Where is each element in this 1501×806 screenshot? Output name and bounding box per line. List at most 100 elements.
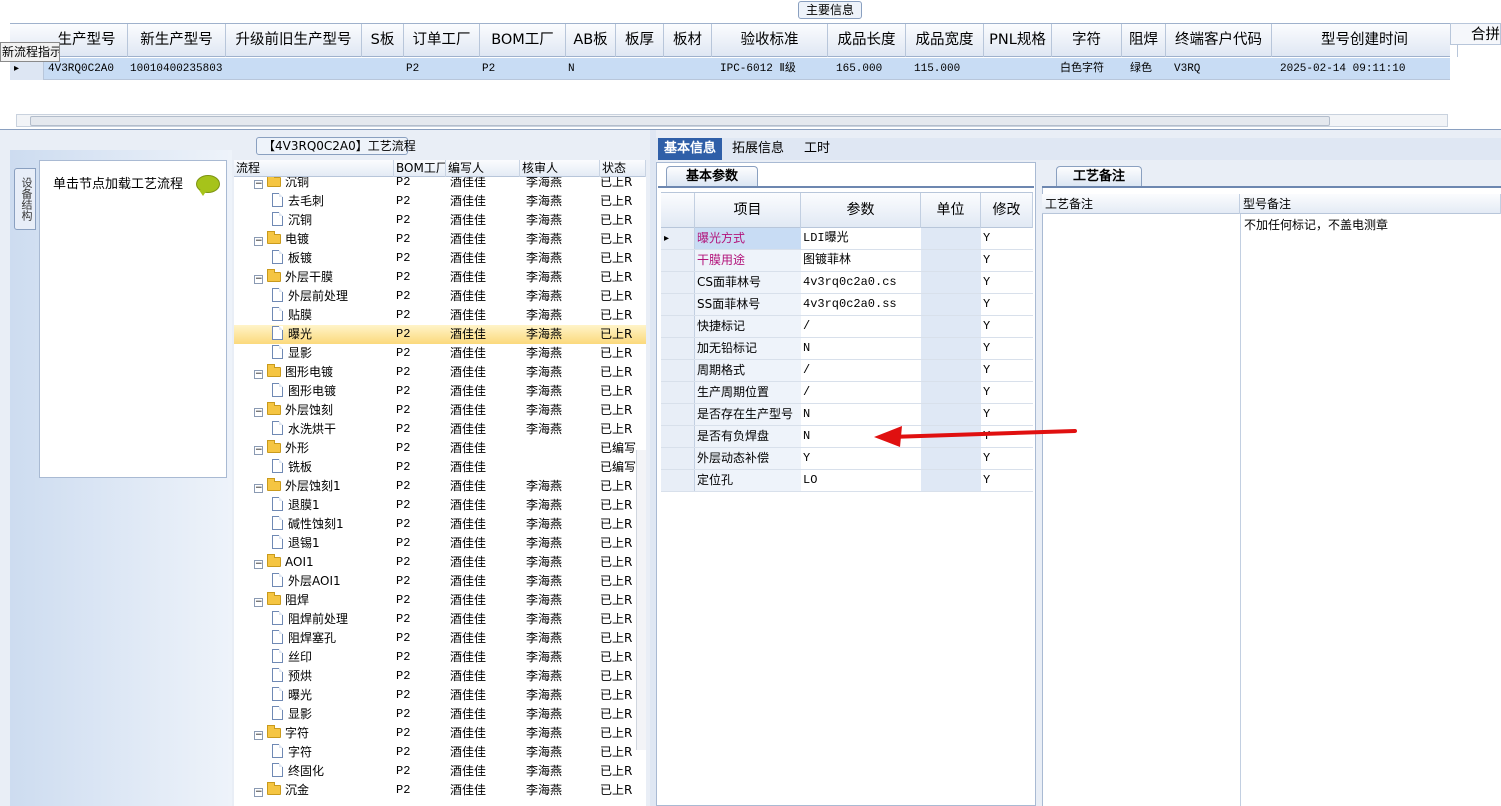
grid-cell[interactable] bbox=[618, 58, 662, 80]
column-header[interactable]: 板厚 bbox=[616, 24, 664, 57]
collapse-icon[interactable]: − bbox=[254, 484, 263, 493]
params-row[interactable]: 加无铅标记 N Y bbox=[661, 338, 1033, 360]
tree-node-label[interactable]: − 外层干膜 bbox=[254, 268, 394, 287]
grid-cell[interactable]: 10010400235803 bbox=[130, 58, 224, 80]
tree-node[interactable]: 图形电镀 P2 酒佳佳 李海燕 已上R bbox=[234, 382, 646, 401]
tree-vertical-scrollbar[interactable] bbox=[636, 450, 646, 750]
horizontal-scroll-thumb[interactable] bbox=[30, 116, 1330, 126]
tree-node-label[interactable]: − 图形电镀 bbox=[254, 363, 394, 382]
column-header[interactable]: 字符 bbox=[1052, 24, 1122, 57]
row-selector[interactable] bbox=[661, 250, 695, 271]
param-edit-flag[interactable]: Y bbox=[982, 360, 1032, 381]
tree-node[interactable]: 退膜1 P2 酒佳佳 李海燕 已上R bbox=[234, 496, 646, 515]
grid-cell[interactable]: 165.000 bbox=[836, 58, 910, 80]
grid-cell[interactable]: 白色字符 bbox=[1060, 58, 1126, 80]
tree-node[interactable]: − 沉金 P2 酒佳佳 李海燕 已上R bbox=[234, 781, 646, 800]
row-selector[interactable] bbox=[661, 294, 695, 315]
grid-cell[interactable]: 绿色 bbox=[1130, 58, 1170, 80]
model-remark-text[interactable]: 不加任何标记，不盖电测章 bbox=[1244, 216, 1388, 233]
params-row[interactable]: 定位孔 LO Y bbox=[661, 470, 1033, 492]
tree-node-label[interactable]: 图形电镀 bbox=[272, 382, 394, 401]
param-value[interactable]: / bbox=[802, 382, 920, 403]
tree-node[interactable]: 贴膜 P2 酒佳佳 李海燕 已上R bbox=[234, 306, 646, 325]
tree-node[interactable]: 阻焊塞孔 P2 酒佳佳 李海燕 已上R bbox=[234, 629, 646, 648]
param-unit[interactable] bbox=[921, 448, 981, 469]
param-value[interactable]: LDI曝光 bbox=[802, 228, 920, 249]
collapse-icon[interactable]: − bbox=[254, 408, 263, 417]
tree-node[interactable]: 去毛刺 P2 酒佳佳 李海燕 已上R bbox=[234, 192, 646, 211]
param-unit[interactable] bbox=[921, 228, 981, 249]
param-unit[interactable] bbox=[921, 360, 981, 381]
param-value[interactable]: / bbox=[802, 316, 920, 337]
column-header[interactable]: PNL规格 bbox=[984, 24, 1052, 57]
tree-node[interactable]: − AOI1 P2 酒佳佳 李海燕 已上R bbox=[234, 553, 646, 572]
tree-node[interactable]: 预烘 P2 酒佳佳 李海燕 已上R bbox=[234, 667, 646, 686]
param-value[interactable]: 4v3rq0c2a0.cs bbox=[802, 272, 920, 293]
column-header[interactable]: AB板 bbox=[566, 24, 616, 57]
tree-node-label[interactable]: 水洗烘干 bbox=[272, 420, 394, 439]
param-unit[interactable] bbox=[921, 294, 981, 315]
param-unit[interactable] bbox=[921, 272, 981, 293]
tree-node-label[interactable]: 退膜1 bbox=[272, 496, 394, 515]
tree-node-label[interactable]: 碱性蚀刻1 bbox=[272, 515, 394, 534]
detail-tab[interactable]: 拓展信息 bbox=[726, 138, 790, 160]
tree-node[interactable]: 铣板 P2 酒佳佳 已编写 bbox=[234, 458, 646, 477]
tree-column-header[interactable]: 核审人 bbox=[520, 160, 600, 177]
param-value[interactable]: 图镀菲林 bbox=[802, 250, 920, 271]
tree-node-label[interactable]: 板镀 bbox=[272, 249, 394, 268]
merge-column-header[interactable]: 合拼 bbox=[1450, 23, 1501, 45]
param-value[interactable]: Y bbox=[802, 448, 920, 469]
params-row[interactable]: 干膜用途 图镀菲林 Y bbox=[661, 250, 1033, 272]
tree-node[interactable]: 外层前处理 P2 酒佳佳 李海燕 已上R bbox=[234, 287, 646, 306]
params-row[interactable]: CS面菲林号 4v3rq0c2a0.cs Y bbox=[661, 272, 1033, 294]
param-unit[interactable] bbox=[921, 316, 981, 337]
tree-node[interactable]: 板镀 P2 酒佳佳 李海燕 已上R bbox=[234, 249, 646, 268]
tree-node-label[interactable]: 阻焊前处理 bbox=[272, 610, 394, 629]
collapse-icon[interactable]: − bbox=[254, 180, 263, 189]
row-selector[interactable]: ▸ bbox=[661, 228, 695, 249]
tree-node[interactable]: − 外层蚀刻1 P2 酒佳佳 李海燕 已上R bbox=[234, 477, 646, 496]
tree-node[interactable]: 水洗烘干 P2 酒佳佳 李海燕 已上R bbox=[234, 420, 646, 439]
column-header[interactable]: 成品长度 bbox=[828, 24, 906, 57]
tree-node-label[interactable]: 外层AOI1 bbox=[272, 572, 394, 591]
grid-cell[interactable] bbox=[228, 58, 360, 80]
tree-node[interactable]: − 外层干膜 P2 酒佳佳 李海燕 已上R bbox=[234, 268, 646, 287]
column-header[interactable]: 订单工厂 bbox=[404, 24, 480, 57]
column-header[interactable]: 阻焊 bbox=[1122, 24, 1166, 57]
row-selector[interactable] bbox=[661, 470, 695, 491]
tree-node-label[interactable]: 预烘 bbox=[272, 667, 394, 686]
column-header[interactable]: 终端客户代码 bbox=[1166, 24, 1272, 57]
collapse-icon[interactable]: − bbox=[254, 560, 263, 569]
tree-node[interactable]: 外层AOI1 P2 酒佳佳 李海燕 已上R bbox=[234, 572, 646, 591]
grid-cell[interactable]: P2 bbox=[482, 58, 564, 80]
tree-column-header[interactable]: 状态 bbox=[600, 160, 646, 177]
tree-node-label[interactable]: − 外层蚀刻1 bbox=[254, 477, 394, 496]
row-selector[interactable] bbox=[661, 360, 695, 381]
tree-node-label[interactable]: 曝光 bbox=[272, 325, 394, 344]
param-unit[interactable] bbox=[921, 338, 981, 359]
grid-cell[interactable]: V3RQ bbox=[1174, 58, 1276, 80]
column-header[interactable]: 升级前旧生产型号 bbox=[226, 24, 362, 57]
params-column-header[interactable]: 项目 bbox=[695, 193, 801, 228]
grid-cell[interactable] bbox=[992, 58, 1056, 80]
tree-node[interactable]: 终固化 P2 酒佳佳 李海燕 已上R bbox=[234, 762, 646, 781]
params-column-header[interactable]: 单位 bbox=[921, 193, 981, 228]
collapse-icon[interactable]: − bbox=[254, 788, 263, 797]
params-row[interactable]: ▸ 曝光方式 LDI曝光 Y bbox=[661, 228, 1033, 250]
grid-cell[interactable]: P2 bbox=[406, 58, 478, 80]
param-unit[interactable] bbox=[921, 470, 981, 491]
param-unit[interactable] bbox=[921, 250, 981, 271]
tree-node-label[interactable]: 终固化 bbox=[272, 762, 394, 781]
tree-node-label[interactable]: − 电镀 bbox=[254, 230, 394, 249]
tree-node[interactable]: 曝光 P2 酒佳佳 李海燕 已上R bbox=[234, 325, 646, 344]
param-edit-flag[interactable]: Y bbox=[982, 316, 1032, 337]
grid-cell[interactable]: N bbox=[568, 58, 614, 80]
tree-node-label[interactable]: − 外形 bbox=[254, 439, 394, 458]
collapse-icon[interactable]: − bbox=[254, 731, 263, 740]
remark-column-header[interactable]: 型号备注 bbox=[1240, 194, 1501, 214]
tree-node[interactable]: − 外层蚀刻 P2 酒佳佳 李海燕 已上R bbox=[234, 401, 646, 420]
param-edit-flag[interactable]: Y bbox=[982, 470, 1032, 491]
row-selector[interactable] bbox=[661, 404, 695, 425]
param-value[interactable]: N bbox=[802, 338, 920, 359]
tree-node[interactable]: 显影 P2 酒佳佳 李海燕 已上R bbox=[234, 344, 646, 363]
